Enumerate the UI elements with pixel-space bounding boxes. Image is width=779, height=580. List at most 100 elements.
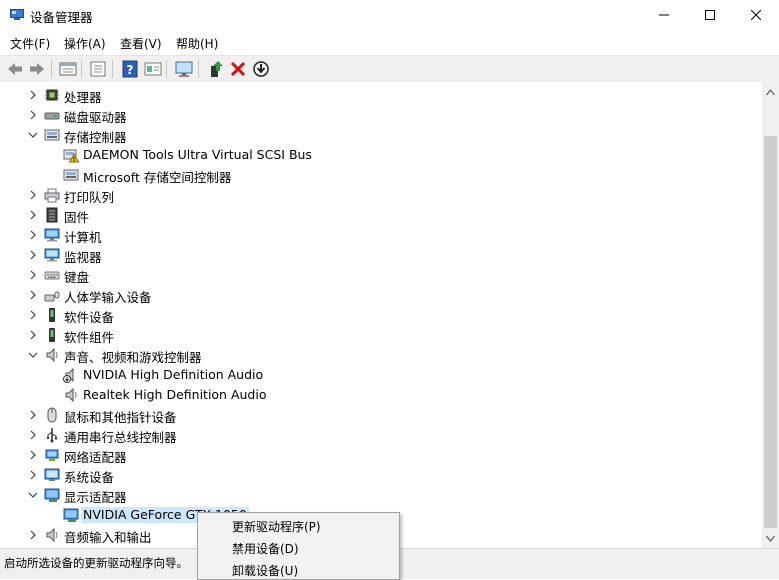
back-icon [8, 63, 22, 75]
category-row[interactable]: 磁盘驱动器 [0, 105, 760, 125]
update-driver-button[interactable] [206, 59, 226, 79]
download-button[interactable] [251, 59, 271, 79]
category-row[interactable]: 存储控制器 [0, 125, 760, 145]
usb-icon [44, 427, 60, 443]
expand-chevron-icon[interactable] [27, 309, 39, 321]
svg-text:?: ? [127, 63, 134, 77]
toolbar: ? [0, 55, 779, 83]
software-device-icon [44, 307, 60, 323]
row-label: 软件组件 [64, 330, 115, 345]
expand-chevron-icon[interactable] [27, 409, 39, 421]
uninstall-button[interactable] [228, 59, 248, 79]
expand-chevron-icon[interactable] [27, 529, 39, 541]
expand-chevron-icon[interactable] [27, 449, 39, 461]
expand-chevron-icon[interactable] [27, 269, 39, 281]
menu-file[interactable]: 文件(F) [10, 35, 50, 52]
list-icon [90, 61, 106, 77]
category-row[interactable]: 键盘 [0, 265, 760, 285]
scroll-down-icon[interactable] [766, 534, 775, 543]
device-row[interactable]: NVIDIA High Definition Audio [0, 365, 760, 385]
category-row[interactable]: 计算机 [0, 225, 760, 245]
device-tree[interactable]: 处理器磁盘驱动器存储控制器 DAEMON Tools Ultra Virtual … [0, 82, 762, 548]
device-row[interactable]: Microsoft 存储空间控制器 [0, 165, 760, 185]
expand-chevron-icon[interactable] [27, 229, 39, 241]
row-label: 键盘 [64, 270, 90, 285]
row-label: 通用串行总线控制器 [64, 430, 177, 445]
forward-button[interactable] [27, 59, 47, 79]
device-row[interactable]: DAEMON Tools Ultra Virtual SCSI Bus [0, 145, 760, 165]
mouse-icon [44, 407, 60, 423]
row-label: 监视器 [64, 250, 102, 265]
help-icon: ? [122, 60, 138, 78]
row-label: 软件设备 [64, 310, 115, 325]
device-row[interactable]: Realtek High Definition Audio [0, 385, 760, 405]
category-row[interactable]: 监视器 [0, 245, 760, 265]
row-label: 存储控制器 [64, 130, 127, 145]
properties-button[interactable] [58, 59, 78, 79]
category-row[interactable]: 软件设备 [0, 305, 760, 325]
toolbar-separator [112, 60, 113, 78]
context-menu: 更新驱动程序(P) 禁用设备(D) 卸载设备(U) [197, 512, 400, 580]
collapse-chevron-icon[interactable] [27, 129, 39, 141]
collapse-chevron-icon[interactable] [27, 349, 39, 361]
view-button[interactable] [143, 59, 163, 79]
row-label: Microsoft 存储空间控制器 [83, 170, 232, 185]
speaker-download-icon [63, 367, 79, 383]
vertical-scrollbar[interactable] [762, 82, 779, 548]
menu-view[interactable]: 查看(V) [120, 35, 162, 52]
category-row[interactable]: 显示适配器 [0, 485, 760, 505]
expand-chevron-icon[interactable] [27, 109, 39, 121]
menu-action[interactable]: 操作(A) [64, 35, 106, 52]
row-label: 人体学输入设备 [64, 290, 152, 305]
speaker-icon [44, 347, 60, 363]
back-button[interactable] [5, 59, 25, 79]
window-title: 设备管理器 [30, 10, 93, 25]
expand-chevron-icon[interactable] [27, 189, 39, 201]
menu-item-uninstall-device[interactable]: 卸载设备(U) [232, 562, 298, 579]
row-label: Realtek High Definition Audio [83, 387, 267, 402]
minimize-icon [659, 14, 669, 16]
hid-icon [44, 287, 60, 303]
row-label: 固件 [64, 210, 90, 225]
expand-chevron-icon[interactable] [27, 89, 39, 101]
menu-item-disable-device[interactable]: 禁用设备(D) [232, 540, 299, 557]
menu-item-update-driver[interactable]: 更新驱动程序(P) [232, 518, 321, 535]
row-label: 磁盘驱动器 [64, 110, 127, 125]
scrollbar-thumb[interactable] [764, 136, 777, 528]
maximize-button[interactable] [687, 0, 733, 31]
category-row[interactable]: 声音、视频和游戏控制器 [0, 345, 760, 365]
menu-help[interactable]: 帮助(H) [176, 35, 218, 52]
close-button[interactable] [733, 0, 779, 31]
expand-chevron-icon[interactable] [27, 209, 39, 221]
row-label: 处理器 [64, 90, 102, 105]
expand-chevron-icon[interactable] [27, 469, 39, 481]
scan-hardware-button[interactable] [174, 59, 194, 79]
help-button[interactable]: ? [120, 59, 140, 79]
scroll-up-icon[interactable] [766, 88, 775, 97]
system-device-icon [44, 467, 60, 483]
category-row[interactable]: 网络适配器 [0, 445, 760, 465]
collapse-chevron-icon[interactable] [27, 489, 39, 501]
menu-bar: 文件(F) 操作(A) 查看(V) 帮助(H) [0, 31, 779, 55]
category-row[interactable]: 人体学输入设备 [0, 285, 760, 305]
keyboard-icon [44, 267, 60, 283]
expand-chevron-icon[interactable] [27, 429, 39, 441]
expand-chevron-icon[interactable] [27, 249, 39, 261]
category-row[interactable]: 固件 [0, 205, 760, 225]
toolbar-separator [51, 60, 52, 78]
download-icon [253, 61, 269, 77]
expand-chevron-icon[interactable] [27, 289, 39, 301]
row-label: 系统设备 [64, 470, 115, 485]
list-view-button[interactable] [88, 59, 108, 79]
category-row[interactable]: 系统设备 [0, 465, 760, 485]
category-row[interactable]: 通用串行总线控制器 [0, 425, 760, 445]
row-label: 显示适配器 [64, 490, 127, 505]
expand-chevron-icon[interactable] [27, 329, 39, 341]
category-row[interactable]: 处理器 [0, 85, 760, 105]
category-row[interactable]: 软件组件 [0, 325, 760, 345]
category-row[interactable]: 鼠标和其他指针设备 [0, 405, 760, 425]
software-component-icon [44, 327, 60, 343]
category-row[interactable]: 打印队列 [0, 185, 760, 205]
minimize-button[interactable] [641, 0, 687, 31]
toolbar-separator [198, 60, 199, 78]
